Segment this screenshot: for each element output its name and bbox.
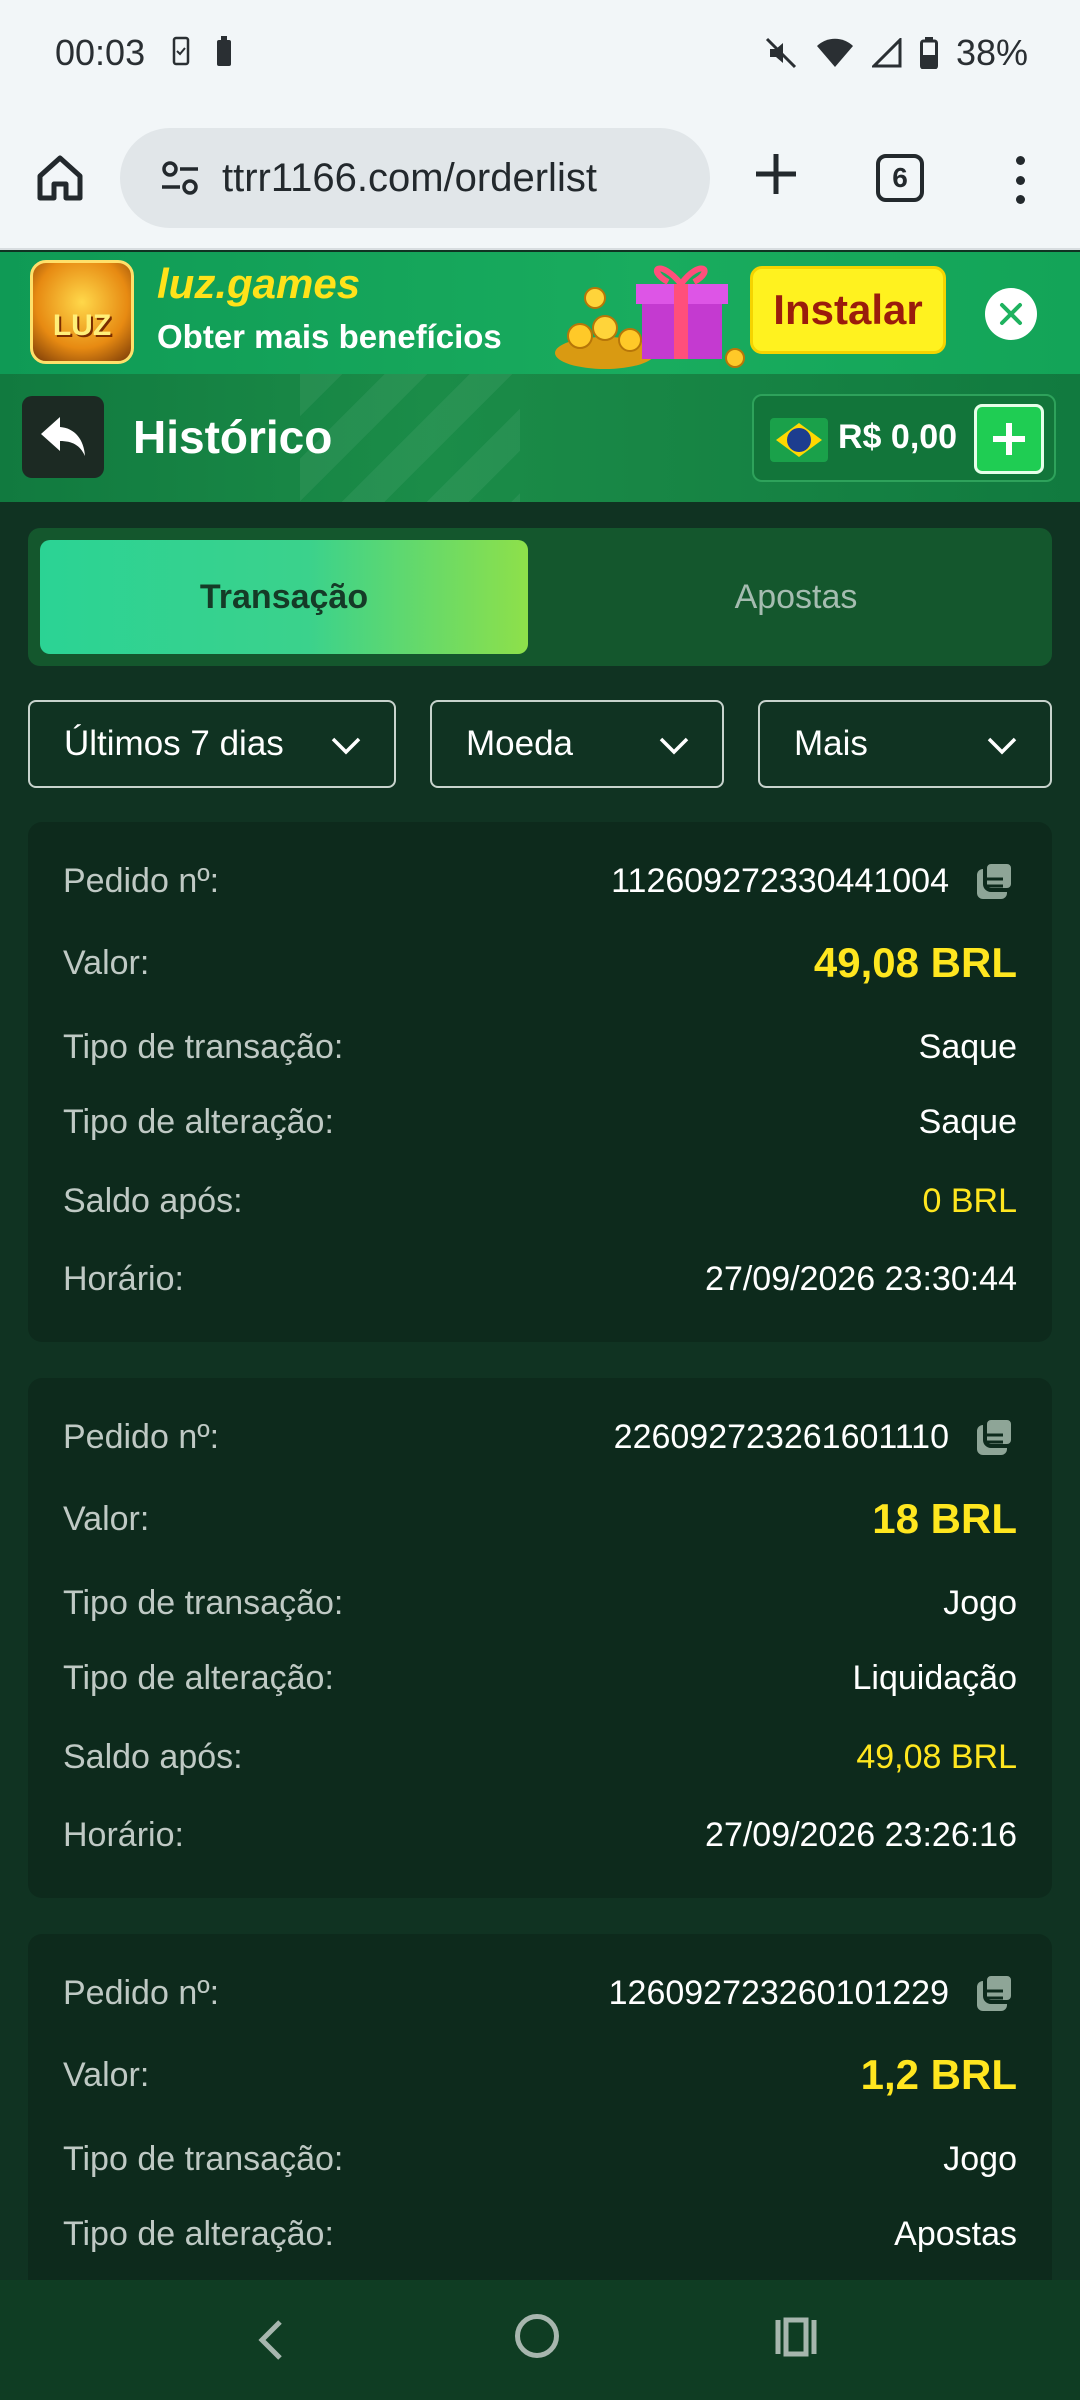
deposit-add-button[interactable]: [974, 404, 1044, 474]
balance-after-value: 0 BRL: [922, 1181, 1018, 1220]
battery-saver-icon: [217, 36, 231, 66]
order-number: 226092723261601110: [613, 1417, 949, 1456]
more-filter[interactable]: Mais: [758, 700, 1052, 788]
chevron-down-icon: [331, 737, 361, 755]
battery-icon: [919, 37, 938, 69]
order-row: Pedido nº: 112609272330441004: [63, 856, 1017, 906]
transaction-card: Pedido nº: 112609272330441004 Valor: 49,…: [28, 822, 1052, 1342]
tx-type-row: Tipo de transação: Saque: [63, 1027, 1017, 1066]
time-row: Horário: 27/09/2026 23:30:44: [63, 1259, 1017, 1298]
back-arrow-icon: [41, 417, 85, 456]
signal-icon: [871, 38, 902, 68]
transaction-card: Pedido nº: 126092723260101229 Valor: 1,2…: [28, 1934, 1052, 2280]
tx-type-value: Jogo: [943, 2139, 1017, 2178]
brazil-flag-icon: [770, 418, 828, 462]
wifi-icon: [816, 38, 853, 67]
tab-switcher-button[interactable]: 6: [876, 154, 924, 202]
nav-recents-icon[interactable]: [773, 2314, 819, 2360]
tab-apostas[interactable]: Apostas: [552, 540, 1040, 654]
banner-title: luz.games: [157, 260, 361, 307]
chevron-down-icon: [987, 737, 1017, 755]
order-row: Pedido nº: 226092723261601110: [63, 1412, 1017, 1462]
page-title: Histórico: [133, 411, 333, 463]
change-type-value: Liquidação: [852, 1658, 1017, 1697]
balance-after-row: Saldo após: 49,08 BRL: [63, 1737, 1017, 1776]
value-row: Valor: 18 BRL: [63, 1495, 1017, 1542]
page-header: Histórico R$ 0,00: [0, 374, 1080, 502]
install-button[interactable]: Instalar: [750, 266, 946, 354]
balance-amount: R$ 0,00: [838, 418, 958, 456]
time-value: 27/09/2026 23:26:16: [705, 1815, 1017, 1854]
value-row: Valor: 1,2 BRL: [63, 2051, 1017, 2098]
period-filter-label: Últimos 7 dias: [64, 724, 284, 763]
change-type-value: Apostas: [894, 2214, 1017, 2253]
mute-icon: [765, 37, 796, 69]
copy-icon[interactable]: [973, 859, 1017, 903]
tx-type-value: Jogo: [943, 1583, 1017, 1622]
more-filter-label: Mais: [794, 724, 868, 763]
time-value: 27/09/2026 23:30:44: [705, 1259, 1017, 1298]
banner-subtitle: Obter mais benefícios: [157, 318, 502, 355]
status-time: 00:03: [55, 32, 146, 73]
value-amount: 18 BRL: [872, 1495, 1017, 1542]
copy-icon[interactable]: [973, 1415, 1017, 1459]
close-icon: [1000, 303, 1022, 325]
new-tab-icon[interactable]: [750, 148, 802, 200]
gift-coins-illustration: [555, 265, 745, 369]
back-button[interactable]: [22, 396, 104, 478]
tx-type-row: Tipo de transação: Jogo: [63, 1583, 1017, 1622]
nav-back-icon[interactable]: [252, 2316, 292, 2364]
value-row: Valor: 49,08 BRL: [63, 939, 1017, 986]
order-number: 112609272330441004: [611, 861, 949, 900]
nav-home-icon[interactable]: [515, 2314, 559, 2358]
currency-filter-label: Moeda: [466, 724, 574, 763]
browser-toolbar: ttrr1166.com/orderlist 6: [0, 110, 1080, 250]
value-amount: 1,2 BRL: [860, 2051, 1017, 2098]
currency-filter[interactable]: Moeda: [430, 700, 724, 788]
tx-type-row: Tipo de transação: Jogo: [63, 2139, 1017, 2178]
order-row: Pedido nº: 126092723260101229: [63, 1968, 1017, 2018]
period-filter[interactable]: Últimos 7 dias: [28, 700, 396, 788]
browser-menu-icon[interactable]: [1005, 150, 1035, 210]
phone-check-icon: [172, 36, 190, 66]
battery-percent: 38%: [955, 32, 1028, 73]
url-text: ttrr1166.com/orderlist: [222, 155, 597, 200]
history-tabs: Transação Apostas: [28, 528, 1052, 666]
change-type-row: Tipo de alteração: Saque: [63, 1102, 1017, 1141]
change-type-row: Tipo de alteração: Apostas: [63, 2214, 1017, 2253]
balance-widget: R$ 0,00: [752, 394, 1056, 482]
site-settings-icon[interactable]: [160, 158, 200, 198]
value-amount: 49,08 BRL: [813, 939, 1017, 986]
tab-transacao[interactable]: Transação: [40, 540, 528, 654]
balance-after-value: 49,08 BRL: [856, 1737, 1017, 1776]
home-icon[interactable]: [34, 152, 86, 204]
copy-icon[interactable]: [973, 1971, 1017, 2015]
install-banner: LUZ luz.games Obter mais benefícios Inst…: [0, 252, 1080, 374]
plus-icon: [993, 423, 1025, 455]
transaction-card: Pedido nº: 226092723261601110 Valor: 18 …: [28, 1378, 1052, 1898]
app-logo: LUZ: [30, 260, 134, 364]
change-type-row: Tipo de alteração: Liquidação: [63, 1658, 1017, 1697]
order-number: 126092723260101229: [608, 1973, 949, 2012]
close-banner-button[interactable]: [985, 288, 1037, 340]
tx-type-value: Saque: [918, 1027, 1017, 1066]
balance-after-row: Saldo após: 0 BRL: [63, 1181, 1018, 1220]
address-bar[interactable]: ttrr1166.com/orderlist: [120, 128, 710, 228]
chevron-down-icon: [659, 737, 689, 755]
status-bar: 00:03 38%: [0, 0, 1080, 110]
time-row: Horário: 27/09/2026 23:26:16: [63, 1815, 1017, 1854]
system-navigation-bar: [0, 2280, 1080, 2400]
change-type-value: Saque: [918, 1102, 1017, 1141]
